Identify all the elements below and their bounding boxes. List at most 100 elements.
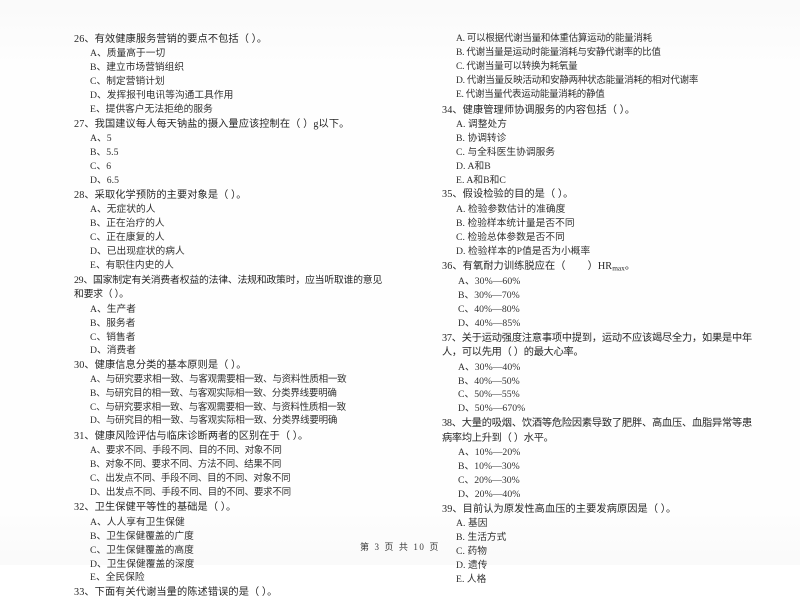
question-30: 30、健康信息分类的基本原则是（ ）。 A、与研究要求相一致、与客观需要相一致、… [60,359,382,429]
option-item[interactable]: B、10%—30% [458,460,752,474]
option-item[interactable]: A、与研究要求相一致、与客观需要相一致、与资料性质相一致 [90,374,382,388]
option-item[interactable]: D、与研究目的相一致、与客观实际相一致、分类界线要明确 [90,415,382,429]
option-item[interactable]: B、40%—50% [458,375,752,389]
question-36-stem-prefix: 36、有氧耐力训练脱应在（ [442,260,566,272]
option-item[interactable]: A、人人享有卫生保健 [90,516,382,530]
question-39-stem: 39、目前认为原发性高血压的主要发病原因是（ ）。 [442,503,677,515]
left-column: 26、有效健康服务营销的要点不包括（ ）。 A、质量高于一切 B、建立市场营销组… [0,33,400,598]
option-item[interactable]: B. 检验样本统计量是否不同 [456,217,752,231]
question-34: 34、健康管理师协调服务的内容包括（ ）。 A. 调整处方 B. 协调转诊 C.… [428,104,752,188]
option-item[interactable]: B、对象不同、要求不同、方法不同、结果不同 [90,459,382,473]
option-item[interactable]: A、30%—40% [458,361,752,375]
question-37-stem: 37、关于运动强度注意事项中提到，运动不应该竭尽全力，如果是中年人，可以先用（ … [442,332,752,359]
option-item[interactable]: C、与研究要求相一致、与客观需要相一致、与资料性质相一致 [90,402,382,416]
question-36-stem: 36、有氧耐力训练脱应在（ ）HRmax。 [428,260,752,276]
option-item[interactable]: A、无症状的人 [90,203,382,217]
option-item[interactable]: A. 基因 [456,517,752,531]
option-item[interactable]: C、销售者 [90,331,382,345]
question-29-stem: 29、国家制定有关消费者权益的法律、法规和政策时，应当听取谁的意见和要求（ ）。 [74,274,382,301]
option-item[interactable]: C、50%—55% [458,388,752,402]
question-33-options: A. 可以根据代谢当量和体重估算运动的能量消耗 B. 代谢当量是运动时能量消耗与… [428,33,752,103]
option-item[interactable]: A、质量高于一切 [90,47,382,61]
option-item[interactable]: E. 人格 [456,573,752,587]
option-item[interactable]: B、正在治疗的人 [90,217,382,231]
option-item[interactable]: A、生产者 [90,303,382,317]
option-item[interactable]: B. 代谢当量是运动时能量消耗与安静代谢率的比值 [456,47,752,61]
question-26-stem: 26、有效健康服务营销的要点不包括（ ）。 [74,34,268,45]
question-27: 27、我国建议每人每天钠盐的摄入量应该控制在（ ）g以下。 A、5 B、5.5 … [60,118,382,188]
option-item[interactable]: C、制定营销计划 [90,75,382,89]
question-31-options: A、要求不同、手段不同、目的不同、对象不同 B、对象不同、要求不同、方法不同、结… [60,445,382,501]
question-33-continued: A. 可以根据代谢当量和体重估算运动的能量消耗 B. 代谢当量是运动时能量消耗与… [428,33,752,103]
option-item[interactable]: A. 可以根据代谢当量和体重估算运动的能量消耗 [456,33,752,47]
question-28-stem: 28、采取化学预防的主要对象是（ ）。 [74,189,247,201]
option-item[interactable]: D、20%—40% [458,488,752,502]
option-item[interactable]: D、50%—670% [458,402,752,416]
option-item[interactable]: D、6.5 [90,174,382,188]
option-item[interactable]: B、建立市场营销组织 [90,61,382,75]
question-36-stem-suffix: ）HR [587,260,613,272]
question-28: 28、采取化学预防的主要对象是（ ）。 A、无症状的人 B、正在治疗的人 C、正… [60,189,382,273]
two-column-layout: 26、有效健康服务营销的要点不包括（ ）。 A、质量高于一切 B、建立市场营销组… [0,33,800,598]
question-33-stem: 33、下面有关代谢当量的陈述错误的是（ ）。 [74,587,278,599]
option-item[interactable]: D. 代谢当量反映活动和安静两种状态能量消耗的相对代谢率 [456,75,752,89]
option-item[interactable]: B、5.5 [90,146,382,160]
option-item[interactable]: C、出发点不同、手段不同、目的不同、对象不同 [90,473,382,487]
right-column: A. 可以根据代谢当量和体重估算运动的能量消耗 B. 代谢当量是运动时能量消耗与… [400,33,800,585]
option-item[interactable]: A. 检验参数估计的准确度 [456,203,752,217]
question-27-options: A、5 B、5.5 C、6 D、6.5 [60,132,382,188]
option-item[interactable]: D. 遗传 [456,559,752,573]
question-30-options: A、与研究要求相一致、与客观需要相一致、与资料性质相一致 B、与研究目的相一致、… [60,374,382,430]
option-item[interactable]: B. 协调转诊 [456,132,752,146]
question-31: 31、健康风险评估与临床诊断两者的区别在于（ ）。 A、要求不同、手段不同、目的… [60,430,382,500]
option-item[interactable]: E. A和B和C [456,174,752,188]
question-30-stem: 30、健康信息分类的基本原则是（ ）。 [74,360,247,372]
question-29: 29、国家制定有关消费者权益的法律、法规和政策时，应当听取谁的意见和要求（ ）。… [60,274,382,358]
question-35-options: A. 检验参数估计的准确度 B. 检验样本统计量是否不同 C. 检验总体参数是否… [428,203,752,259]
option-item[interactable]: A、要求不同、手段不同、目的不同、对象不同 [90,445,382,459]
question-26-options: A、质量高于一切 B、建立市场营销组织 C、制定营销计划 D、发挥报刊电讯等沟通… [60,47,382,117]
option-item[interactable]: C、20%—30% [458,474,752,488]
option-item[interactable]: D、发挥报刊电讯等沟通工具作用 [90,89,382,103]
option-item[interactable]: E、全民保险 [90,571,382,585]
option-item[interactable]: B、30%—70% [458,289,752,303]
option-item[interactable]: D、已出现症状的病人 [90,245,382,259]
scanned-page: 26、有效健康服务营销的要点不包括（ ）。 A、质量高于一切 B、建立市场营销组… [0,0,800,598]
question-35-stem: 35、假设检验的目的是（ ）。 [442,189,574,201]
option-item[interactable]: D、40%—85% [458,317,752,331]
question-34-stem: 34、健康管理师协调服务的内容包括（ ）。 [442,104,636,116]
option-item[interactable]: C. 检验总体参数是否不同 [456,231,752,245]
option-item[interactable]: D、卫生保健覆盖的深度 [90,558,382,572]
question-37-options: A、30%—40% B、40%—50% C、50%—55% D、50%—670% [428,361,752,417]
question-26: 26、有效健康服务营销的要点不包括（ ）。 A、质量高于一切 B、建立市场营销组… [60,33,382,117]
question-36-options: A、30%—60% B、30%—70% C、40%—80% D、40%—85% [428,275,752,331]
option-item[interactable]: B、服务者 [90,317,382,331]
question-38-stem: 38、大量的吸烟、饮酒等危险因素导致了肥胖、高血压、血脂异常等患病率均上升到（ … [442,418,752,444]
option-item[interactable]: D. 检验样本的P值是否为小概率 [456,245,752,259]
option-item[interactable]: C、6 [90,160,382,174]
option-item[interactable]: B、与研究目的相一致、与客观实际相一致、分类界线要明确 [90,388,382,402]
option-item[interactable]: D. A和B [456,160,752,174]
question-34-options: A. 调整处方 B. 协调转诊 C. 与全科医生协调服务 D. A和B E. A… [428,118,752,188]
question-33: 33、下面有关代谢当量的陈述错误的是（ ）。 [60,586,382,600]
question-38-options: A、10%—20% B、10%—30% C、20%—30% D、20%—40% [428,446,752,502]
question-37: 37、关于运动强度注意事项中提到，运动不应该竭尽全力，如果是中年人，可以先用（ … [428,332,752,416]
option-item[interactable]: D、消费者 [90,344,382,358]
question-29-options: A、生产者 B、服务者 C、销售者 D、消费者 [60,303,382,359]
question-32-stem: 32、卫生保健平等性的基础是（ ）。 [74,502,237,514]
option-item[interactable]: A、5 [90,132,382,146]
option-item[interactable]: D、出发点不同、手段不同、目的不同、要求不同 [90,487,382,501]
option-item[interactable]: E、有职住内史的人 [90,259,382,273]
option-item[interactable]: A、10%—20% [458,446,752,460]
option-item[interactable]: C、正在康复的人 [90,231,382,245]
option-item[interactable]: E、提供客户无法拒绝的服务 [90,103,382,117]
option-item[interactable]: A. 调整处方 [456,118,752,132]
option-item[interactable]: C. 与全科医生协调服务 [456,146,752,160]
option-item[interactable]: A、30%—60% [458,275,752,289]
question-36-stem-end: 。 [624,260,636,272]
question-38: 38、大量的吸烟、饮酒等危险因素导致了肥胖、高血压、血脂异常等患病率均上升到（ … [428,417,752,501]
option-item[interactable]: C. 代谢当量可以转换为耗氧量 [456,61,752,75]
option-item[interactable]: C、40%—80% [458,303,752,317]
option-item[interactable]: E. 代谢当量代表运动能量消耗的静值 [456,89,752,103]
page-footer: 第 3 页 共 10 页 [360,542,440,552]
